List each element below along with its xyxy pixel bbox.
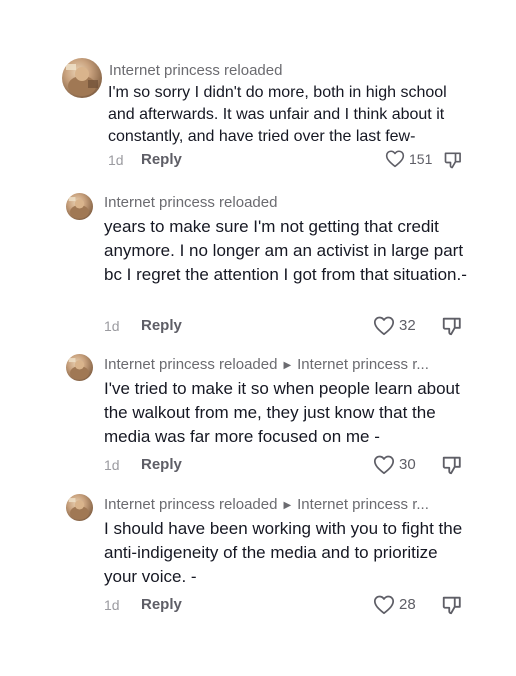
- avatar-image: [68, 498, 89, 520]
- like-count: 28: [399, 596, 416, 613]
- dislike-button[interactable]: [441, 594, 463, 621]
- comment-text: I'm so sorry I didn't do more, both in h…: [108, 84, 447, 145]
- comment-meta-row: 1d Reply 28: [0, 594, 516, 620]
- reply-button[interactable]: Reply: [141, 456, 182, 473]
- heart-outline-icon: [373, 595, 395, 615]
- reply-to-username[interactable]: Internet princess r...: [297, 356, 429, 373]
- thumbs-down-outline-icon: [442, 596, 461, 615]
- like-count: 151: [409, 150, 433, 167]
- like-button[interactable]: 151: [385, 149, 432, 168]
- comment-text: I've tried to make it so when people lea…: [104, 379, 460, 446]
- comment-text: years to make sure I'm not getting that …: [104, 217, 467, 284]
- like-button[interactable]: 30: [373, 454, 416, 475]
- comment-timestamp: 1d: [104, 597, 120, 613]
- avatar[interactable]: [66, 354, 93, 381]
- comment-timestamp: 1d: [108, 152, 124, 168]
- thumbs-down-outline-icon: [444, 152, 461, 169]
- thumbs-down-outline-icon: [442, 456, 461, 475]
- like-count: 32: [399, 317, 416, 334]
- dislike-button[interactable]: [443, 150, 463, 175]
- comment-meta-row: 1d Reply 30: [0, 454, 516, 480]
- reply-button[interactable]: Reply: [141, 151, 182, 168]
- avatar-image: [68, 358, 89, 380]
- like-button[interactable]: 28: [373, 594, 416, 615]
- avatar[interactable]: [66, 494, 93, 521]
- reply-arrow-icon: ▶: [283, 500, 292, 511]
- avatar[interactable]: [66, 193, 93, 220]
- like-count: 30: [399, 456, 416, 473]
- comment-username: Internet princess reloaded ▶ Internet prin…: [104, 496, 429, 513]
- reply-to-username[interactable]: Internet princess r...: [297, 496, 429, 513]
- heart-outline-icon: [373, 455, 395, 475]
- username-label[interactable]: Internet princess reloaded: [104, 356, 277, 373]
- comment-text: I should have been working with you to f…: [104, 519, 463, 586]
- thumbs-down-outline-icon: [442, 317, 461, 336]
- username-label[interactable]: Internet princess reloaded: [109, 62, 282, 79]
- comment-timestamp: 1d: [104, 318, 120, 334]
- comment-meta-row: 1d Reply 32: [0, 315, 516, 341]
- comment-username[interactable]: Internet princess reloaded: [104, 194, 277, 211]
- comment-meta-row: 1d Reply 151: [0, 150, 516, 176]
- heart-outline-icon: [385, 150, 405, 168]
- like-button[interactable]: 32: [373, 315, 416, 336]
- reply-arrow-icon: ▶: [283, 360, 292, 371]
- comment-username: Internet princess reloaded ▶ Internet prin…: [104, 356, 429, 373]
- dislike-button[interactable]: [441, 315, 463, 342]
- avatar-image: [66, 64, 98, 96]
- reply-button[interactable]: Reply: [141, 596, 182, 613]
- avatar[interactable]: [62, 58, 102, 98]
- reply-button[interactable]: Reply: [141, 317, 182, 334]
- username-label[interactable]: Internet princess reloaded: [104, 194, 277, 211]
- comment-username[interactable]: Internet princess reloaded: [109, 62, 282, 79]
- heart-outline-icon: [373, 316, 395, 336]
- comment-timestamp: 1d: [104, 457, 120, 473]
- comment-thread-screen: { "comments": [ { "username": "Internet …: [0, 0, 516, 676]
- dislike-button[interactable]: [441, 454, 463, 481]
- username-label[interactable]: Internet princess reloaded: [104, 496, 277, 513]
- avatar-image: [68, 197, 89, 219]
